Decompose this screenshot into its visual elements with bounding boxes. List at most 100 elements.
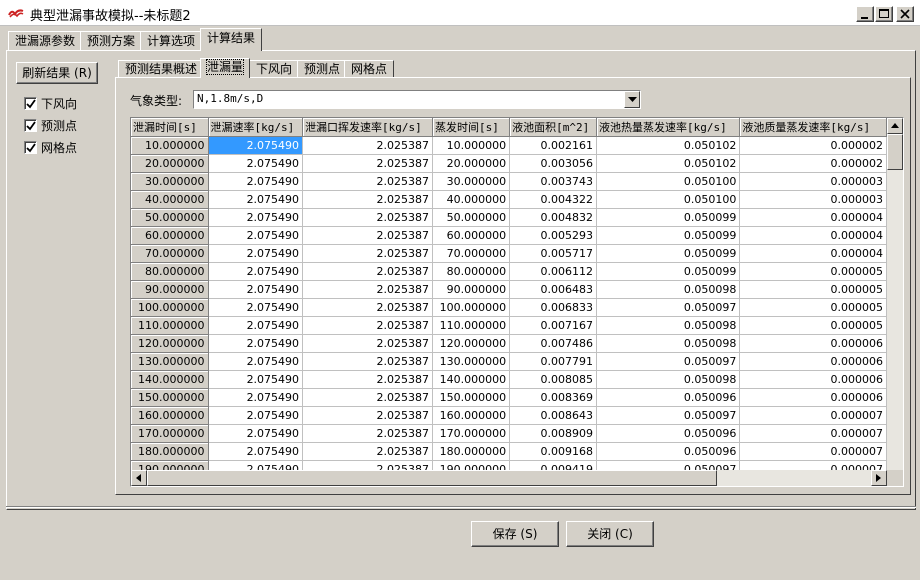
- subtab-leak-amount[interactable]: 泄漏量: [200, 58, 251, 78]
- maximize-button[interactable]: [875, 6, 893, 22]
- table-cell[interactable]: 0.000005: [739, 298, 887, 317]
- table-cell[interactable]: 70.000000: [432, 244, 511, 263]
- row-header-cell[interactable]: 130.000000: [131, 352, 209, 371]
- table-cell[interactable]: 0.004322: [509, 190, 597, 209]
- subtab-prediction-points[interactable]: 预测点: [297, 60, 348, 78]
- table-cell[interactable]: 0.000007: [739, 424, 887, 443]
- table-row[interactable]: 40.000000 2.075490 2.025387 40.000000 0.0043…: [131, 190, 887, 209]
- table-cell[interactable]: 20.000000: [432, 154, 511, 173]
- subtab-grid-points[interactable]: 网格点: [344, 60, 395, 78]
- table-row[interactable]: 190.000000 2.075490 2.025387 190.000000 0.00…: [131, 460, 887, 470]
- table-row[interactable]: 130.000000 2.075490 2.025387 130.000000 0.00…: [131, 352, 887, 371]
- table-cell[interactable]: 2.025387: [302, 280, 434, 299]
- table-row[interactable]: 170.000000 2.075490 2.025387 170.000000 0.00…: [131, 424, 887, 443]
- row-header-cell[interactable]: 40.000000: [131, 190, 209, 209]
- table-cell[interactable]: 0.000002: [739, 154, 887, 173]
- table-cell[interactable]: 2.075490: [208, 406, 304, 425]
- table-cell[interactable]: 0.005293: [509, 226, 597, 245]
- table-cell[interactable]: 0.050099: [596, 208, 741, 227]
- table-cell[interactable]: 0.000007: [739, 442, 887, 461]
- table-cell[interactable]: 0.006483: [509, 280, 597, 299]
- table-cell[interactable]: 0.000006: [739, 352, 887, 371]
- table-cell[interactable]: 150.000000: [432, 388, 511, 407]
- table-row[interactable]: 90.000000 2.075490 2.025387 90.000000 0.0064…: [131, 280, 887, 299]
- table-cell[interactable]: 2.075490: [208, 244, 304, 263]
- table-cell[interactable]: 0.005717: [509, 244, 597, 263]
- table-cell[interactable]: 0.000006: [739, 334, 887, 353]
- column-header-leak-time[interactable]: 泄漏时间[s]: [131, 118, 209, 137]
- table-cell[interactable]: 0.002161: [509, 136, 597, 155]
- table-cell[interactable]: 0.050099: [596, 262, 741, 281]
- row-header-cell[interactable]: 70.000000: [131, 244, 209, 263]
- minimize-button[interactable]: [856, 6, 874, 22]
- grid-viewport[interactable]: 泄漏时间[s] 泄漏速率[kg/s] 泄漏口挥发速率[kg/s] 蒸发时间[s]…: [131, 118, 887, 470]
- table-cell[interactable]: 0.050097: [596, 460, 741, 470]
- table-cell[interactable]: 2.025387: [302, 370, 434, 389]
- table-cell[interactable]: 0.000003: [739, 190, 887, 209]
- leak-data-grid[interactable]: 泄漏时间[s] 泄漏速率[kg/s] 泄漏口挥发速率[kg/s] 蒸发时间[s]…: [130, 117, 904, 487]
- table-cell[interactable]: 2.025387: [302, 226, 434, 245]
- table-cell[interactable]: 2.075490: [208, 208, 304, 227]
- table-cell[interactable]: 2.075490: [208, 316, 304, 335]
- table-cell[interactable]: 2.075490: [208, 280, 304, 299]
- table-row[interactable]: 100.000000 2.075490 2.025387 100.000000 0.00…: [131, 298, 887, 317]
- tab-leak-source[interactable]: 泄漏源参数: [8, 31, 83, 51]
- tab-forecast-plan[interactable]: 预测方案: [80, 31, 143, 51]
- column-header-evap-time[interactable]: 蒸发时间[s]: [432, 118, 511, 137]
- table-cell[interactable]: 2.025387: [302, 172, 434, 191]
- table-cell[interactable]: 60.000000: [432, 226, 511, 245]
- table-cell[interactable]: 2.025387: [302, 460, 434, 470]
- scroll-right-button[interactable]: [871, 470, 887, 486]
- table-cell[interactable]: 0.003056: [509, 154, 597, 173]
- scroll-up-button[interactable]: [887, 118, 903, 134]
- table-cell[interactable]: 0.008085: [509, 370, 597, 389]
- table-cell[interactable]: 0.000005: [739, 280, 887, 299]
- table-cell[interactable]: 0.008369: [509, 388, 597, 407]
- table-cell[interactable]: 0.050098: [596, 334, 741, 353]
- table-cell[interactable]: 0.004832: [509, 208, 597, 227]
- table-cell[interactable]: 180.000000: [432, 442, 511, 461]
- table-cell[interactable]: 2.075490: [208, 334, 304, 353]
- table-cell[interactable]: 0.050096: [596, 424, 741, 443]
- row-header-cell[interactable]: 30.000000: [131, 172, 209, 191]
- table-cell[interactable]: 2.075490: [208, 460, 304, 470]
- table-cell[interactable]: 0.050099: [596, 244, 741, 263]
- row-header-cell[interactable]: 180.000000: [131, 442, 209, 461]
- table-cell[interactable]: 2.025387: [302, 154, 434, 173]
- table-row[interactable]: 50.000000 2.075490 2.025387 50.000000 0.0048…: [131, 208, 887, 227]
- table-cell[interactable]: 0.000007: [739, 406, 887, 425]
- table-cell[interactable]: 0.006833: [509, 298, 597, 317]
- subtab-overview[interactable]: 预测结果概述: [118, 60, 205, 78]
- refresh-results-button[interactable]: 刷新结果 (R): [16, 62, 98, 84]
- table-row[interactable]: 120.000000 2.075490 2.025387 120.000000 0.00…: [131, 334, 887, 353]
- table-cell[interactable]: 2.075490: [208, 352, 304, 371]
- row-header-cell[interactable]: 140.000000: [131, 370, 209, 389]
- table-cell[interactable]: 0.000003: [739, 172, 887, 191]
- table-cell[interactable]: 2.075490: [208, 136, 304, 155]
- horizontal-scroll-thumb[interactable]: [147, 470, 717, 486]
- row-header-cell[interactable]: 160.000000: [131, 406, 209, 425]
- table-cell[interactable]: 0.050099: [596, 226, 741, 245]
- row-header-cell[interactable]: 170.000000: [131, 424, 209, 443]
- table-cell[interactable]: 0.050096: [596, 442, 741, 461]
- table-row[interactable]: 180.000000 2.075490 2.025387 180.000000 0.00…: [131, 442, 887, 461]
- table-cell[interactable]: 2.075490: [208, 424, 304, 443]
- table-cell[interactable]: 140.000000: [432, 370, 511, 389]
- table-cell[interactable]: 2.075490: [208, 190, 304, 209]
- row-header-cell[interactable]: 110.000000: [131, 316, 209, 335]
- table-cell[interactable]: 0.050098: [596, 316, 741, 335]
- table-row[interactable]: 110.000000 2.075490 2.025387 110.000000 0.00…: [131, 316, 887, 335]
- row-header-cell[interactable]: 150.000000: [131, 388, 209, 407]
- table-cell[interactable]: 2.075490: [208, 172, 304, 191]
- table-row[interactable]: 160.000000 2.075490 2.025387 160.000000 0.00…: [131, 406, 887, 425]
- table-cell[interactable]: 0.050100: [596, 172, 741, 191]
- table-cell[interactable]: 0.007791: [509, 352, 597, 371]
- subtab-downwind[interactable]: 下风向: [249, 60, 300, 78]
- table-cell[interactable]: 2.025387: [302, 352, 434, 371]
- save-button[interactable]: 保存 (S): [471, 521, 559, 547]
- table-cell[interactable]: 30.000000: [432, 172, 511, 191]
- table-row[interactable]: 20.000000 2.075490 2.025387 20.000000 0.0030…: [131, 154, 887, 173]
- scroll-left-button[interactable]: [131, 470, 147, 486]
- table-cell[interactable]: 2.025387: [302, 208, 434, 227]
- table-cell[interactable]: 2.075490: [208, 226, 304, 245]
